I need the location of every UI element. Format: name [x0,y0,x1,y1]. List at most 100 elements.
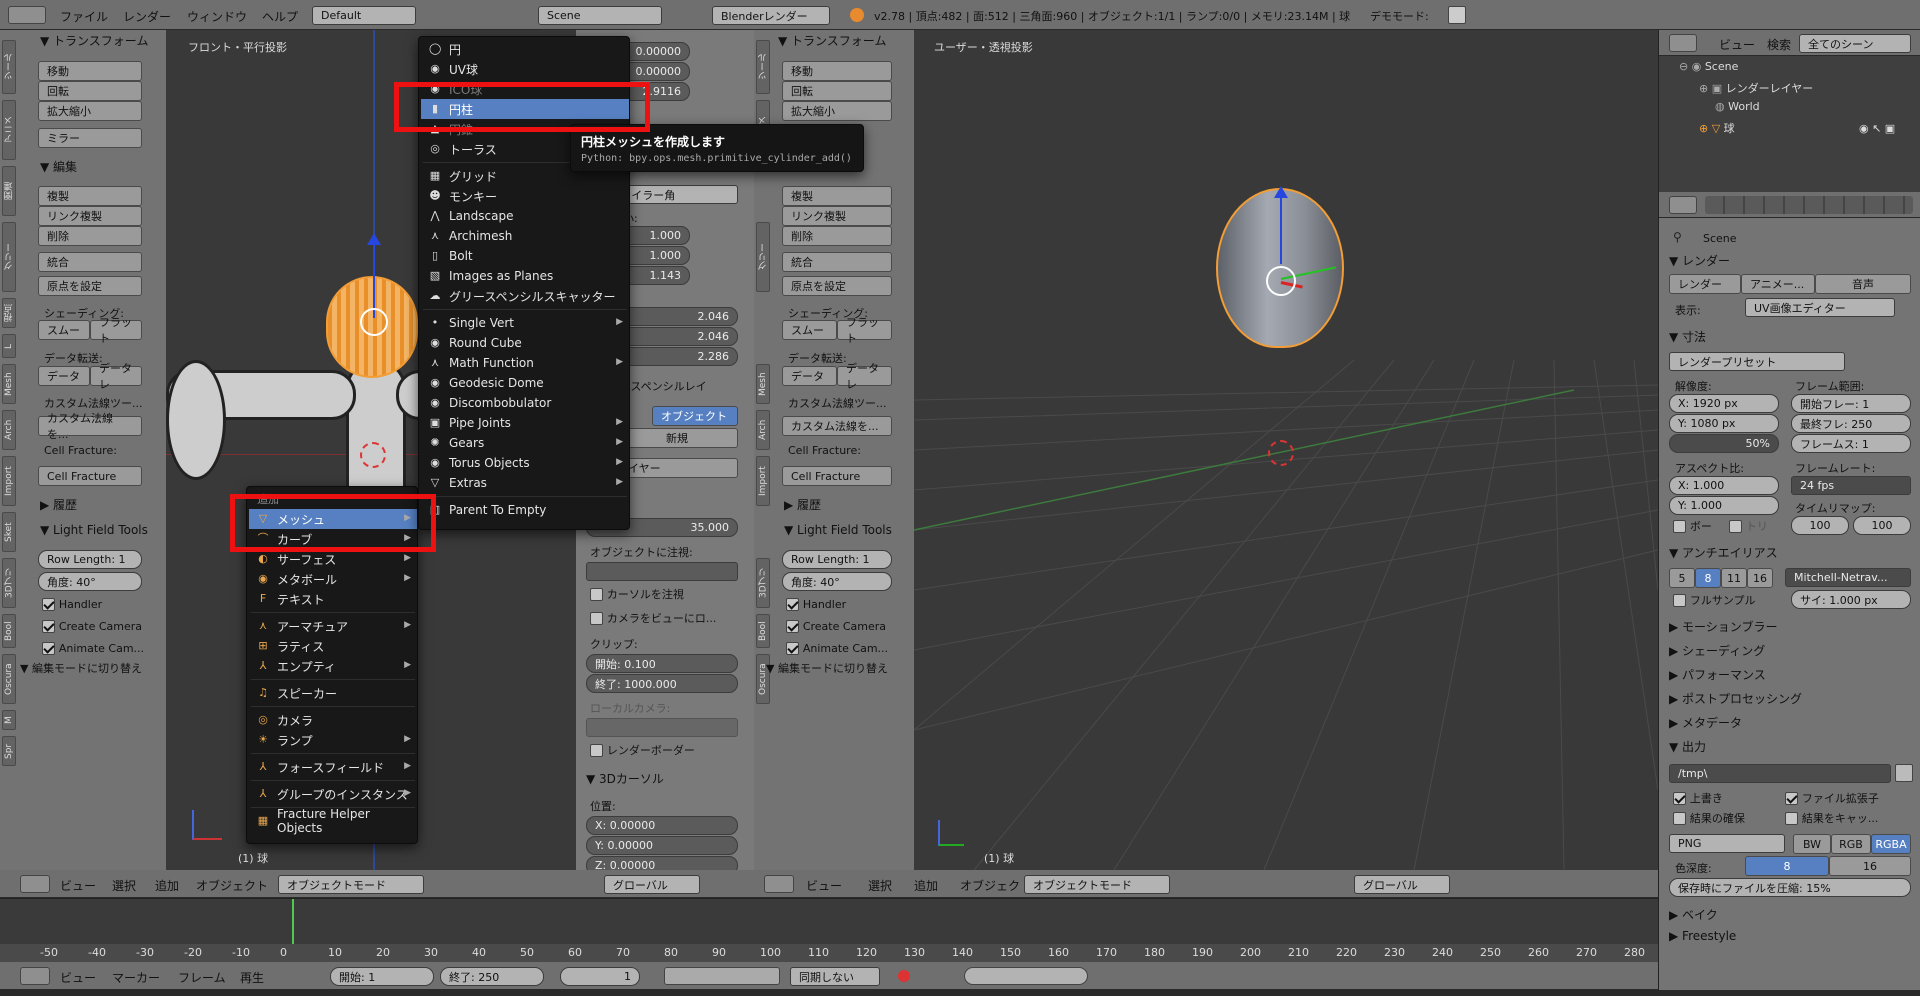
render-engine-selector[interactable]: Blenderレンダー [712,6,830,25]
play-icon[interactable] [1448,6,1466,24]
history-header[interactable]: ▶ 履歴 [40,494,77,514]
remap-old-field[interactable]: 100 [1791,516,1849,535]
tab-bool-2[interactable]: Bool [756,614,770,648]
mesh-menu-item-20[interactable]: ◉ Torus Objects ▶ [421,453,629,473]
motion-blur-header[interactable]: ▶ モーションブラー [1669,616,1777,636]
set-origin-button-2[interactable]: 原点を設定 [782,276,892,296]
scale-button-2[interactable]: 拡大縮小 [782,101,892,121]
tab-arch-2[interactable]: Arch [756,410,770,450]
editor-type-icon[interactable] [20,875,50,893]
delete-button[interactable]: 削除 [38,226,142,246]
join-button[interactable]: 統合 [38,252,142,272]
add-menu-item-6[interactable]: ⊞ ラティス [249,636,417,656]
tab-tools-2[interactable]: ツール [756,40,770,94]
local-camera-field[interactable] [586,718,738,737]
mesh-menu-item-16[interactable]: ◉ Geodesic Dome [421,373,629,393]
rgb-button[interactable]: RGB [1831,834,1871,854]
3d-cursor-icon-right[interactable] [1268,440,1294,466]
sync-select[interactable]: 同期しない [790,967,880,986]
gp-object-button[interactable]: オブジェクト [652,406,738,426]
outliner-row-world[interactable]: ◍ World [1715,100,1760,113]
3d-cursor-icon[interactable] [360,442,386,468]
angle-field[interactable]: 角度: 40° [38,572,142,591]
tab-3dprint-2[interactable]: 3Dプリ [756,558,770,608]
menu-window[interactable]: ウィンドウ [187,8,247,25]
timeline-editor-icon[interactable] [20,967,50,985]
menu-render[interactable]: レンダー [123,8,171,25]
bake-header[interactable]: ▶ ベイク [1669,904,1718,924]
postprocessing-header[interactable]: ▶ ポストプロセッシング [1669,688,1802,708]
dimensions-header[interactable]: ▼ 寸法 [1669,326,1706,346]
tab-l[interactable]: L [2,334,16,358]
flat-button-2[interactable]: フラット [837,316,892,345]
lock-cursor-check[interactable]: カーソルを注視 [590,586,684,602]
tab-anim[interactable]: アニメ [2,100,16,160]
add-menu-item-4[interactable]: F テキスト [249,589,417,609]
mesh-menu-item-18[interactable]: ▣ Pipe Joints ▶ [421,413,629,433]
add-menu-item-2[interactable]: ◐ サーフェス ▶ [249,549,417,569]
custom-normal-button[interactable]: カスタム法線を... [38,412,142,441]
timeline-playback-menu[interactable]: 再生 [240,969,264,986]
data-layout-button[interactable]: データレ [90,362,142,391]
add-menu-left[interactable]: 追加 [155,877,179,894]
cell-fracture-button[interactable]: Cell Fracture [38,466,142,486]
move-button[interactable]: 移動 [38,61,142,81]
display-select[interactable]: UV画像エディター [1745,298,1895,317]
rotate-button[interactable]: 回転 [38,81,142,101]
clip-start-field[interactable]: 開始: 0.100 [586,654,738,673]
mesh-menu-item-13[interactable]: • Single Vert ▶ [421,313,629,333]
mesh-menu-item-12[interactable]: ☁ グリースペンシルスキャッター [421,286,629,306]
scene-selector[interactable]: Scene [538,6,662,25]
add-menu-item-8[interactable]: ♫ スピーカー [249,683,417,703]
select-menu-right[interactable]: 選択 [868,877,892,894]
tab-spr[interactable]: Spr [2,736,16,766]
crop-check[interactable]: トリ [1729,518,1768,534]
current-frame-field[interactable]: 1 [560,967,640,986]
rotate-button-2[interactable]: 回転 [782,81,892,101]
aa-5-button[interactable]: 5 [1669,568,1695,588]
set-origin-button[interactable]: 原点を設定 [38,276,142,296]
render-anim-button[interactable]: アニメー... [1741,274,1815,294]
render-border-check[interactable]: レンダーボーダー [590,742,695,758]
performance-header[interactable]: ▶ パフォーマンス [1669,664,1766,684]
properties-editor-icon[interactable] [1669,196,1697,214]
clip-end-field[interactable]: 終了: 1000.000 [586,674,738,693]
add-menu-item-3[interactable]: ◉ メタボール ▶ [249,569,417,589]
add-menu-item-13[interactable]: ▦ Fracture Helper Objects [249,807,417,835]
frame-end-field[interactable]: 最終フレ: 250 [1791,414,1911,433]
outliner-scene-filter[interactable]: 全てのシーン [1799,34,1911,53]
select-menu-left[interactable]: 選択 [112,877,136,894]
mesh-menu-item-19[interactable]: ✺ Gears ▶ [421,433,629,453]
smooth-button-2[interactable]: スムー [782,320,837,340]
res-y-field[interactable]: Y: 1080 px [1669,414,1779,433]
rgba-button[interactable]: RGBA [1871,834,1911,854]
output-path-field[interactable]: /tmp\ [1669,764,1891,783]
smooth-button[interactable]: スムー [38,320,90,340]
remap-new-field[interactable]: 100 [1853,516,1911,535]
cache-result-check[interactable]: 結果をキャッ... [1785,810,1878,826]
tab-sketch[interactable]: Sket [2,512,16,552]
add-menu-item-10[interactable]: ☀ ランプ ▶ [249,730,417,750]
flat-button[interactable]: フラット [90,316,142,345]
placeholders-check[interactable]: 結果の確保 [1673,810,1745,826]
info-editor-icon[interactable] [8,6,46,24]
aa-8-button[interactable]: 8 [1695,568,1721,588]
animate-cam-check[interactable]: Animate Cam... [42,641,144,655]
timeline-marker-menu[interactable]: マーカー [112,969,160,986]
antialias-header[interactable]: ▼ アンチエイリアス [1669,542,1778,562]
add-menu-item-11[interactable]: ⅄ フォースフィールド ▶ [249,757,417,777]
outliner-editor-icon[interactable] [1669,34,1697,52]
fps-select[interactable]: 24 fps [1791,476,1911,495]
data-transfer-button-2[interactable]: データ [782,366,837,386]
layout-selector[interactable]: Default [312,6,416,25]
tab-3dprint[interactable]: 3Dプリ [2,558,16,608]
tab-relations[interactable]: 関連 [2,166,16,216]
add-menu-item-5[interactable]: ⋏ アーマチュア ▶ [249,616,417,636]
view-menu-left[interactable]: ビュー [60,877,96,894]
right-viewport[interactable]: ユーザー・透視投影 (1) 球 [914,30,1658,870]
render-audio-button[interactable]: 音声 [1815,274,1911,294]
cursor-y-field[interactable]: Y: 0.00000 [586,836,738,855]
outliner-row-renderlayer[interactable]: ⊕ ▣ レンダーレイヤー [1699,80,1813,96]
render-button[interactable]: レンダー [1669,274,1741,294]
shading-header[interactable]: ▶ シェーディング [1669,640,1765,660]
